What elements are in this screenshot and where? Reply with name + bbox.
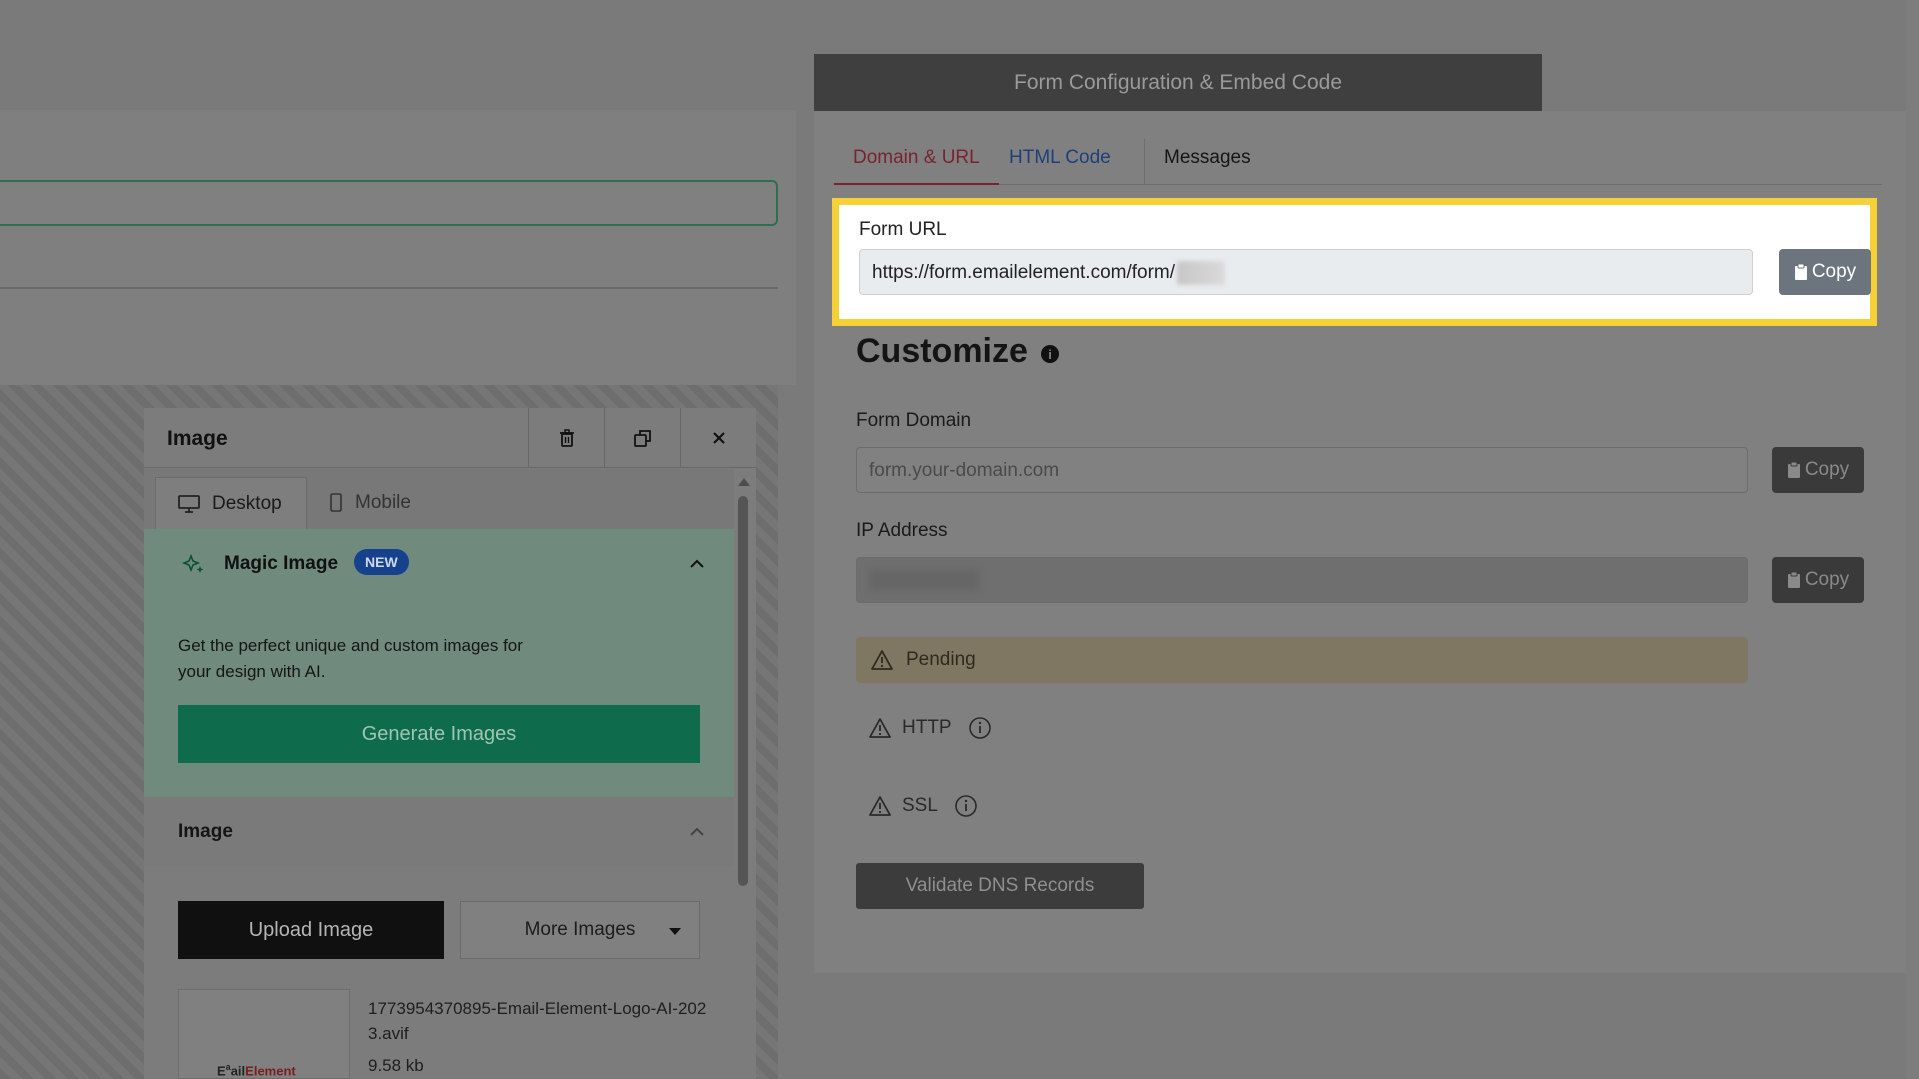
form-url-highlight: Form URL https://form.emailelement.com/f… <box>832 198 1877 326</box>
copy-form-url-button[interactable]: Copy <box>1779 249 1871 295</box>
tab-html-code[interactable]: HTML Code <box>990 139 1130 185</box>
magic-image-title: Magic Image <box>224 553 339 574</box>
panel-title: Image <box>167 427 228 450</box>
copy-form-domain-button[interactable]: Copy <box>1772 447 1864 493</box>
delete-button[interactable] <box>528 408 604 468</box>
image-settings-panel: Image Desktop Mobile Magic Image NEW Get… <box>144 408 756 1079</box>
info-circle-icon[interactable] <box>968 716 992 740</box>
http-label: HTTP <box>902 717 952 738</box>
form-domain-input[interactable]: form.your-domain.com <box>856 447 1748 493</box>
duplicate-button[interactable] <box>604 408 680 468</box>
editor-form-area <box>0 110 796 385</box>
ip-address-label: IP Address <box>856 520 948 541</box>
file-size: 9.58 kb <box>368 1056 424 1075</box>
clipboard-icon <box>1794 264 1807 280</box>
new-badge: NEW <box>354 549 409 575</box>
file-name: 1773954370895-Email-Element-Logo-AI-2023… <box>368 999 707 1043</box>
editor-text-field[interactable] <box>0 180 778 226</box>
close-icon <box>712 432 725 444</box>
http-status: HTTP <box>868 716 992 740</box>
caret-down-icon <box>669 928 681 935</box>
image-section-header[interactable]: Image <box>144 797 734 867</box>
divider <box>0 287 778 289</box>
mobile-icon <box>330 493 342 512</box>
redacted-ip <box>869 570 979 590</box>
magic-image-description: Get the perfect unique and custom images… <box>178 636 523 681</box>
tab-desktop-label: Desktop <box>212 492 282 514</box>
image-thumbnail[interactable]: EaailElement <box>178 989 350 1079</box>
tab-domain-url[interactable]: Domain & URL <box>834 139 999 185</box>
form-domain-label: Form Domain <box>856 410 972 431</box>
device-tabs: Desktop Mobile <box>144 469 734 529</box>
copy-icon <box>633 430 651 447</box>
redacted-id <box>1177 261 1226 285</box>
tab-desktop[interactable]: Desktop <box>155 477 307 529</box>
sparkle-icon <box>182 553 204 573</box>
clipboard-icon <box>1787 572 1800 588</box>
validate-dns-records-button[interactable]: Validate DNS Records <box>856 863 1144 909</box>
more-images-label: More Images <box>524 919 636 940</box>
pending-label: Pending <box>906 649 976 670</box>
warning-icon <box>869 718 891 738</box>
tab-mobile-label: Mobile <box>355 492 411 513</box>
pending-status-alert: Pending <box>856 637 1748 683</box>
trash-icon <box>559 429 574 447</box>
ip-address-input <box>856 557 1748 603</box>
modal-title: Form Configuration & Embed Code <box>814 54 1542 111</box>
scroll-up-arrow-icon[interactable] <box>738 478 750 486</box>
chevron-up-icon[interactable] <box>688 555 706 573</box>
generate-images-button[interactable]: Generate Images <box>178 705 700 763</box>
scroll-thumb[interactable] <box>738 496 748 886</box>
desktop-icon <box>178 494 200 513</box>
page-edge <box>1906 0 1919 1079</box>
more-images-dropdown[interactable]: More Images <box>460 901 700 959</box>
panel-header: Image <box>144 408 756 468</box>
upload-image-button[interactable]: Upload Image <box>178 901 444 959</box>
magic-image-section: Magic Image NEW Get the perfect unique a… <box>144 529 734 797</box>
info-circle-icon[interactable] <box>954 794 978 818</box>
warning-icon <box>871 650 893 670</box>
ssl-status: SSL <box>868 794 978 818</box>
close-button[interactable] <box>680 408 756 468</box>
warning-icon <box>869 796 891 816</box>
chevron-up-icon[interactable] <box>688 823 706 841</box>
copy-ip-address-button[interactable]: Copy <box>1772 557 1864 603</box>
tab-messages[interactable]: Messages <box>1144 139 1270 185</box>
tab-mobile[interactable]: Mobile <box>329 477 411 529</box>
scrollbar[interactable] <box>736 478 750 1078</box>
ssl-label: SSL <box>902 795 938 816</box>
form-url-label: Form URL <box>859 219 947 240</box>
thumbnail-logo: EaailElement <box>217 1062 296 1079</box>
customize-heading: Customize <box>856 332 1028 370</box>
clipboard-icon <box>1787 462 1800 478</box>
form-url-input[interactable]: https://form.emailelement.com/form/ <box>859 249 1753 295</box>
info-icon[interactable]: i <box>1041 345 1059 363</box>
image-section-title: Image <box>178 821 233 842</box>
config-tabs: Domain & URL HTML Code Messages <box>834 139 1882 185</box>
